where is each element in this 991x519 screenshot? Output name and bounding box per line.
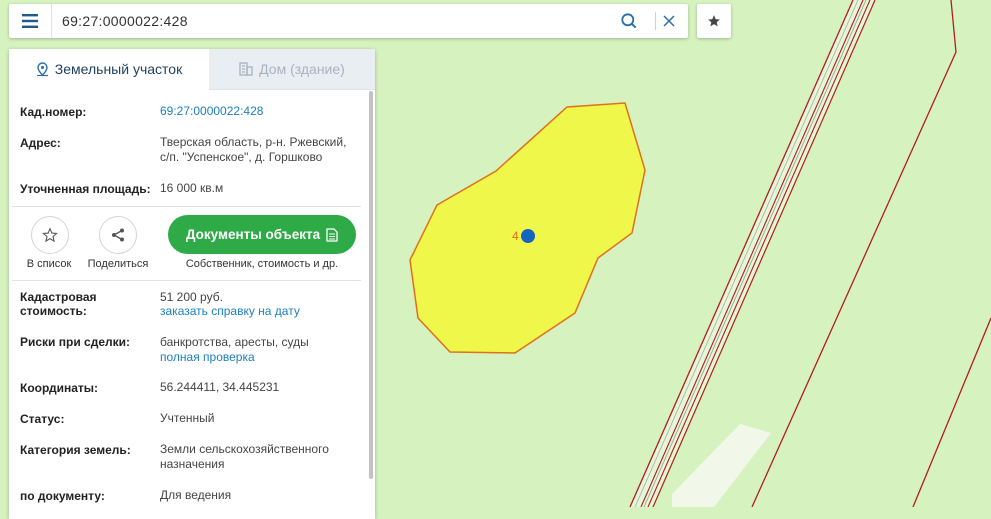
tab-building-label: Дом (здание)	[259, 61, 345, 77]
building-icon	[239, 62, 253, 76]
add-to-list-caption: В список	[26, 258, 72, 270]
location-marker[interactable]	[521, 229, 535, 243]
search-bar: 69:27:0000022:428	[9, 4, 688, 38]
full-check-link[interactable]: полная проверка	[160, 350, 360, 365]
search-input[interactable]: 69:27:0000022:428	[62, 4, 188, 38]
tab-land-plot-label: Земельный участок	[54, 61, 183, 77]
info-panel: Земельный участок Дом (здание) Кад.номер…	[9, 49, 375, 519]
search-separator	[655, 12, 656, 30]
panel-scrollbar[interactable]	[368, 89, 374, 519]
star-outline-icon	[42, 227, 58, 243]
favorites-button[interactable]	[697, 4, 731, 38]
coordinates-label: Координаты:	[20, 381, 99, 395]
cadastral-cost-label-line-1: Кадастровая	[20, 290, 97, 304]
share-icon	[112, 228, 124, 242]
search-icon[interactable]	[621, 13, 637, 29]
cadastral-cost-label-line-2: стоимость:	[20, 304, 87, 318]
cad-number-label: Кад.номер:	[20, 105, 87, 119]
map-pin-icon	[36, 61, 49, 77]
scrollbar-thumb[interactable]	[369, 91, 373, 479]
coordinates-value: 56.244411, 34.445231	[160, 380, 280, 394]
status-value: Учтенный	[160, 411, 215, 425]
menu-button[interactable]	[9, 4, 52, 38]
land-category-label: Категория земель:	[20, 443, 131, 457]
object-documents-button[interactable]: Документы объекта	[168, 215, 356, 254]
share-button[interactable]	[99, 216, 137, 254]
address-line-1: Тверская область, р-н. Ржевский,	[160, 135, 347, 149]
cad-number-link[interactable]: 69:27:0000022:428	[160, 104, 360, 119]
area-value: 16 000 кв.м	[160, 181, 224, 195]
risks-label: Риски при сделки:	[20, 335, 131, 349]
address-label: Адрес:	[20, 136, 61, 150]
object-documents-caption: Собственник, стоимость и др.	[185, 258, 339, 270]
address-line-2: с/п. "Успенское", д. Горшково	[160, 150, 323, 164]
by-document-label: по документу:	[20, 489, 105, 503]
add-to-list-button[interactable]	[31, 216, 69, 254]
tab-building[interactable]: Дом (здание)	[209, 49, 375, 90]
hamburger-icon	[22, 14, 38, 28]
status-label: Статус:	[20, 412, 65, 426]
risks-value: банкротства, аресты, суды	[160, 335, 309, 349]
cadastral-cost-value: 51 200 руб.	[160, 290, 223, 304]
panel-tabs: Земельный участок Дом (здание)	[9, 49, 375, 90]
star-icon	[708, 15, 720, 27]
tab-land-plot[interactable]: Земельный участок	[9, 49, 209, 89]
divider	[12, 280, 361, 281]
close-icon[interactable]	[661, 13, 677, 29]
document-icon	[326, 227, 338, 242]
order-certificate-link[interactable]: заказать справку на дату	[160, 304, 360, 319]
area-label: Уточненная площадь:	[20, 182, 151, 196]
land-category-line-1: Земли сельскохозяйственного	[160, 442, 329, 456]
object-documents-label: Документы объекта	[185, 227, 321, 242]
parcel-number-label: 4	[512, 229, 519, 243]
land-category-line-2: назначения	[160, 457, 225, 471]
by-document-value: Для ведения	[160, 488, 232, 502]
divider	[12, 206, 361, 207]
share-caption: Поделиться	[87, 258, 149, 270]
